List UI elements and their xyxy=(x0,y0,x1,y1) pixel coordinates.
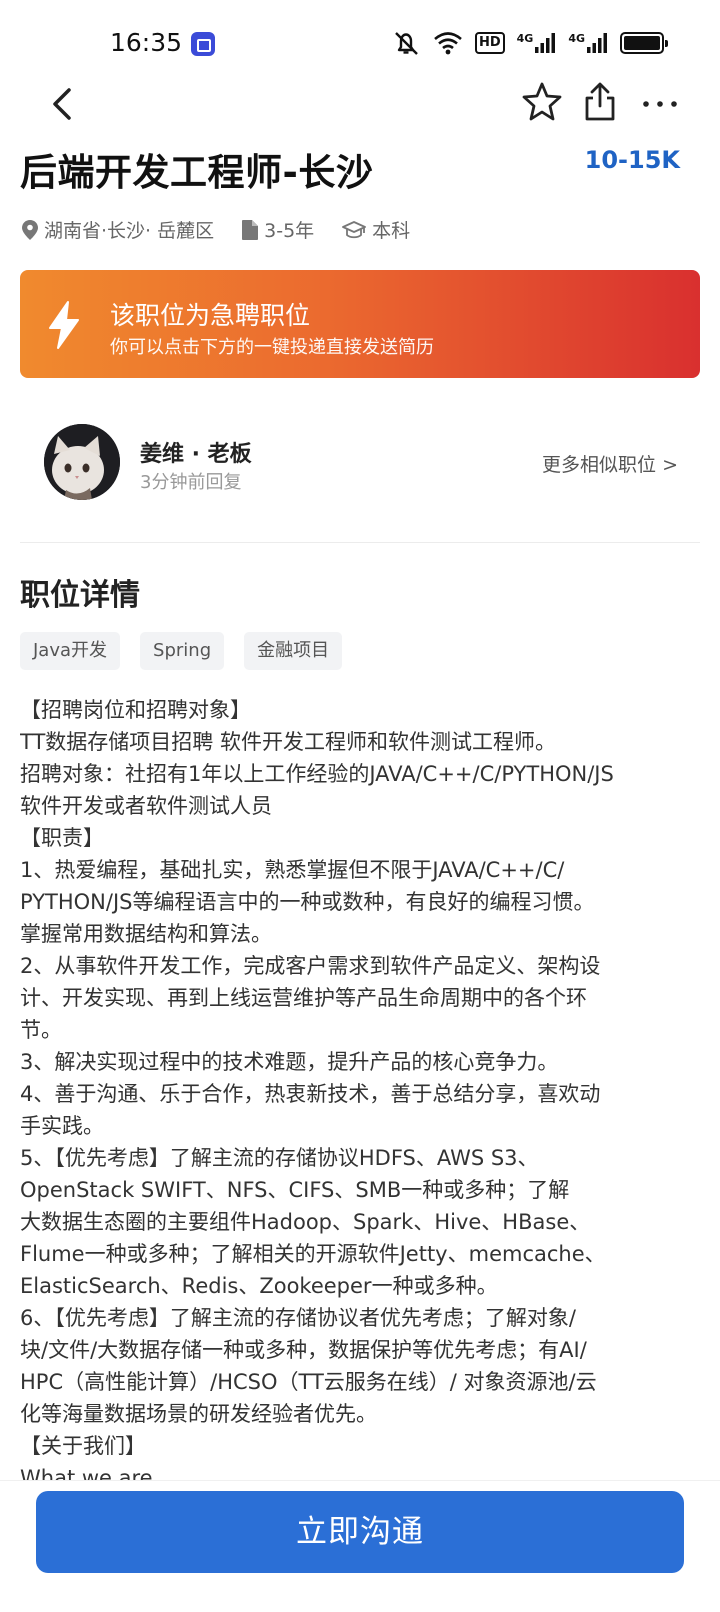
section-title: 职位详情 xyxy=(20,578,140,613)
share-icon xyxy=(585,82,615,121)
chat-now-button[interactable]: 立即沟通 xyxy=(36,1491,684,1573)
recruiter-name: 姜维 · 老板 xyxy=(140,442,252,467)
description-line: ElasticSearch、Redis、Zookeeper一种或多种。 xyxy=(20,1274,498,1298)
description-line: 招聘对象：社招有1年以上工作经验的JAVA/C++/C/PYTHON/JS xyxy=(20,762,614,786)
description-line: 1、热爱编程，基础扎实，熟悉掌握但不限于JAVA/C++/C/ xyxy=(20,858,565,882)
favorite-button[interactable] xyxy=(520,80,564,124)
urgent-hiring-banner: 该职位为急聘职位 你可以点击下方的一键投递直接发送简历 xyxy=(20,270,700,378)
job-meta-row: 湖南省·长沙· 岳麓区 3-5年 本科 xyxy=(22,216,438,243)
status-icons: HD 4G 4G xyxy=(391,30,668,56)
status-time: 16:35 xyxy=(110,28,183,57)
description-line: What we are xyxy=(20,1466,153,1480)
wifi-icon xyxy=(433,31,463,55)
salary: 10-15K xyxy=(584,146,680,174)
description-line: Flume一种或多种；了解相关的开源软件Jetty、memcache、 xyxy=(20,1242,606,1266)
education-text: 本科 xyxy=(372,220,411,242)
star-icon xyxy=(522,82,562,121)
cell-signal-icon: 4G xyxy=(517,32,557,54)
description-line: 【关于我们】 xyxy=(20,1434,146,1458)
description-line: PYTHON/JS等编程语言中的一种或数种，有良好的编程习惯。 xyxy=(20,890,595,914)
experience-text: 3-5年 xyxy=(264,220,315,242)
battery-icon xyxy=(620,32,668,54)
status-bar: 16:35 HD 4G 4G xyxy=(0,0,720,90)
description-line: 【职责】 xyxy=(20,826,104,850)
recruiter-card[interactable]: 姜维 · 老板 3分钟前回复 更多相似职位 > xyxy=(0,420,720,510)
location-pin-icon xyxy=(22,219,38,240)
description-line: 4、善于沟通、乐于合作，热衷新技术，善于总结分享，喜欢动 xyxy=(20,1082,601,1106)
more-button[interactable] xyxy=(640,84,680,124)
back-button[interactable] xyxy=(44,84,80,124)
job-title: 后端开发工程师-长沙 xyxy=(20,151,374,194)
location-text: 湖南省·长沙· 岳麓区 xyxy=(44,220,215,242)
description-line: 【招聘岗位和招聘对象】 xyxy=(20,698,251,722)
description-line: 3、解决实现过程中的技术难题，提升产品的核心竞争力。 xyxy=(20,1050,559,1074)
experience-item: 3-5年 xyxy=(242,216,314,243)
description-line: 6、【优先考虑】了解主流的存储协议者优先考虑；了解对象/ xyxy=(20,1306,576,1330)
description-line: 手实践。 xyxy=(20,1114,104,1138)
more-dots-icon xyxy=(643,101,677,107)
description-line: TT数据存储项目招聘 软件开发工程师和软件测试工程师。 xyxy=(20,730,556,754)
lightning-icon xyxy=(49,301,79,349)
skill-tag: Spring xyxy=(140,632,225,670)
avatar[interactable] xyxy=(44,424,120,500)
description-line: 块/文件/大数据存储一种或多种，数据保护等优先考虑；有AI/ xyxy=(20,1338,587,1362)
location-item: 湖南省·长沙· 岳麓区 xyxy=(22,216,214,243)
description-line: 软件开发或者软件测试人员 xyxy=(20,794,272,818)
description-line: 2、从事软件开发工作，完成客户需求到软件产品定义、架构设 xyxy=(20,954,601,978)
graduation-cap-icon xyxy=(342,220,367,238)
recruiter-reply-status: 3分钟前回复 xyxy=(140,472,242,493)
chevron-left-icon xyxy=(53,88,71,120)
description-line: 节。 xyxy=(20,1018,62,1042)
divider xyxy=(20,542,700,543)
urgent-title: 该职位为急聘职位 xyxy=(110,301,311,330)
description-line: 掌握常用数据结构和算法。 xyxy=(20,922,272,946)
description-line: OpenStack SWIFT、NFS、CIFS、SMB一种或多种；了解 xyxy=(20,1178,570,1202)
skill-tags: Java开发 Spring 金融项目 xyxy=(20,632,343,670)
app-notification-icon xyxy=(191,32,215,56)
description-line: HPC（高性能计算）/HCSO（TT云服务在线）/ 对象资源池/云 xyxy=(20,1370,597,1394)
description-line: 5、【优先考虑】了解主流的存储协议HDFS、AWS S3、 xyxy=(20,1146,539,1170)
hd-badge: HD xyxy=(474,32,505,54)
skill-tag: 金融项目 xyxy=(244,632,343,670)
urgent-subtitle: 你可以点击下方的一键投递直接发送简历 xyxy=(110,337,434,358)
cell-signal-icon: 4G xyxy=(568,32,608,54)
description-line: 化等海量数据场景的研发经验者优先。 xyxy=(20,1402,377,1426)
job-description: 【招聘岗位和招聘对象】 TT数据存储项目招聘 软件开发工程师和软件测试工程师。 … xyxy=(20,694,705,1480)
bottom-action-bar: 立即沟通 xyxy=(0,1480,720,1612)
share-button[interactable] xyxy=(578,80,622,124)
description-line: 计、开发实现、再到上线运营维护等产品生命周期中的各个环 xyxy=(20,986,587,1010)
more-similar-jobs-link[interactable]: 更多相似职位 > xyxy=(542,450,678,477)
mute-icon xyxy=(391,30,421,56)
document-icon xyxy=(242,219,259,240)
skill-tag: Java开发 xyxy=(20,632,121,670)
description-line: 大数据生态圈的主要组件Hadoop、Spark、Hive、HBase、 xyxy=(20,1210,591,1234)
education-item: 本科 xyxy=(342,216,410,243)
